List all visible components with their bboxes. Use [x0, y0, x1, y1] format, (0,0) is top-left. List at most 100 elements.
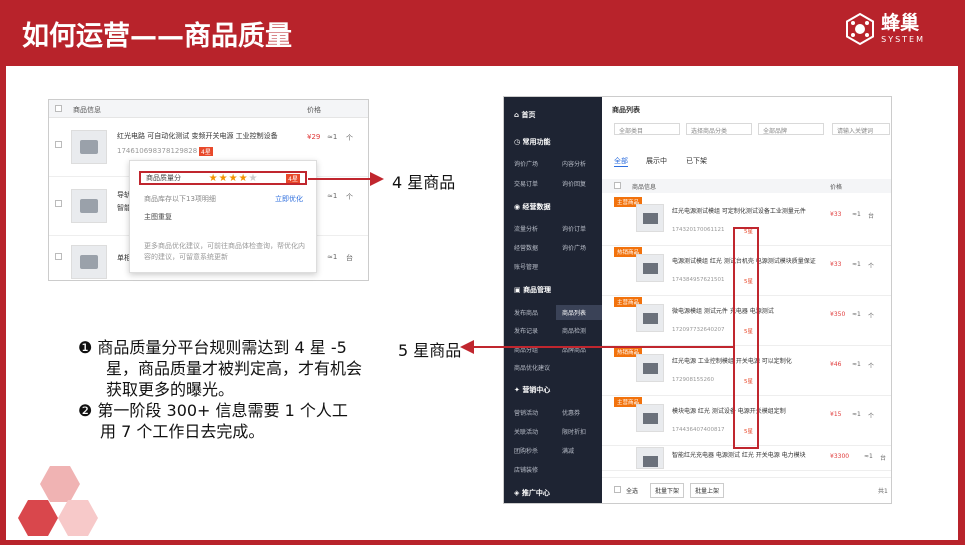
sidebar-section-data[interactable]: ◉ 经营数据 [514, 202, 551, 212]
quality-rating: 商品质量分 ★★★★★ 4星 [139, 171, 307, 185]
popup-line1: 商品库存以下13项明细 [144, 195, 216, 203]
stock: ≈1 [852, 261, 861, 268]
quality-score-popup: 商品质量分 ★★★★★ 4星 商品库存以下13项明细 立即优化 主图重复 更多商… [129, 160, 317, 273]
filter-brand[interactable]: 全部品牌 [758, 123, 824, 135]
bullet-1-cont: 星，商品质量才被判定高，才有机会获取更多的曝光。 [106, 359, 363, 399]
unit: 个 [868, 363, 875, 370]
sidebar-item[interactable]: 商品检测 [562, 326, 586, 335]
sidebar-item[interactable]: 满减 [562, 446, 574, 455]
table-header: 商品信息 价格 [49, 100, 368, 118]
batch-online-button[interactable]: 批量上架 [690, 483, 725, 498]
footer-select-all-checkbox[interactable] [614, 486, 621, 493]
unit: 个 [868, 413, 875, 420]
sidebar-item[interactable]: 优惠券 [562, 408, 580, 417]
price: ¥33 [830, 261, 842, 268]
product-thumb [71, 245, 107, 279]
product-thumb [636, 354, 664, 382]
stock: ≈1 [864, 453, 873, 460]
logo-subtext: SYSTEM [881, 35, 925, 44]
sidebar-section-marketing[interactable]: ✦ 营销中心 [514, 385, 550, 395]
sidebar-item[interactable]: 团购秒杀 [514, 446, 538, 455]
unit: 台 [346, 254, 353, 262]
sidebar-item[interactable]: 交易订单 [514, 179, 538, 188]
sidebar-item[interactable]: 发布记录 [514, 326, 538, 335]
row-checkbox[interactable] [55, 253, 62, 260]
sidebar-section-promo[interactable]: ◈ 推广中心 [514, 488, 550, 498]
stock: ≈1 [852, 361, 861, 368]
total-count: 共1 [878, 488, 888, 495]
sidebar-home[interactable]: ⌂ 首页 [514, 110, 535, 120]
row-checkbox[interactable] [55, 200, 62, 207]
product-id: 174610698378129828 [117, 147, 198, 155]
slide: 如何运营——商品质量 蜂巢 SYSTEM 商品信息 价格 红光电路 可自动化测试… [0, 0, 965, 545]
sidebar-item[interactable]: 商品优化建议 [514, 363, 550, 372]
search-input[interactable]: 请输入关键词 [832, 123, 890, 135]
col-info: 商品信息 [632, 184, 657, 191]
batch-offline-button[interactable]: 批量下架 [650, 483, 685, 498]
bullet-2: ❷ 第一阶段 300+ 信息需要 1 个人工 [78, 401, 348, 420]
label-4star: 4 星商品 [392, 173, 456, 192]
product-thumb [636, 447, 664, 469]
sidebar: ⌂ 首页 ◷ 常用功能 询价广场 内容分析 交易订单 询价回复 ◉ 经营数据 流… [504, 97, 602, 503]
price: ¥350 [830, 311, 846, 318]
popup-tip: 更多商品优化建议，可前往商品体检查询，帮优化内容的建议，可留意系统更新 [144, 242, 305, 261]
stock: ≈1 [327, 253, 338, 261]
sidebar-item[interactable]: 询价广场 [562, 243, 586, 252]
page-title: 商品列表 [612, 106, 640, 114]
product-name[interactable]: 红光电路 可自动化测试 变频开关电源 工业控制设备 [117, 131, 297, 141]
sidebar-item[interactable]: 账号管理 [514, 262, 538, 271]
popup-line2: 主图重复 [144, 213, 172, 221]
product-name[interactable]: 智能红光充电器 电源测试 红光 开关电源 电力模块 [672, 451, 822, 460]
arrow-line-5star [470, 346, 734, 348]
tab-offline[interactable]: 已下架 [686, 156, 707, 166]
arrow-line-4star [308, 178, 372, 180]
product-name[interactable]: 红光电源测试模组 可定制化测试设备工业测量元件 [672, 207, 822, 216]
price: ¥46 [830, 361, 842, 368]
star-badge: 4星 [199, 147, 213, 156]
unit: 个 [868, 313, 875, 320]
product-thumb [636, 404, 664, 432]
product-id: 174320170061121 [672, 227, 725, 233]
sidebar-section-common[interactable]: ◷ 常用功能 [514, 137, 551, 147]
logo: 蜂巢 SYSTEM [843, 12, 925, 46]
table-header: 商品信息 价格 [602, 179, 891, 193]
unit: 个 [346, 134, 353, 142]
sidebar-item[interactable]: 店铺装修 [514, 465, 538, 474]
sidebar-item-product-list[interactable]: 商品列表 [556, 305, 602, 320]
tab-all[interactable]: 全部 [614, 156, 628, 167]
sidebar-item[interactable]: 限时折扣 [562, 427, 586, 436]
unit: 台 [880, 455, 887, 462]
arrow-left-icon [460, 340, 474, 354]
product-id: 174384957621501 [672, 277, 725, 283]
filter-category[interactable]: 全部类目 [614, 123, 680, 135]
select-all-label[interactable]: 全选 [626, 486, 638, 495]
select-all-checkbox[interactable] [614, 182, 621, 189]
right-screenshot: ⌂ 首页 ◷ 常用功能 询价广场 内容分析 交易订单 询价回复 ◉ 经营数据 流… [503, 96, 892, 504]
col-price: 价格 [307, 106, 321, 114]
optimize-link[interactable]: 立即优化 [275, 194, 303, 204]
stock: ≈1 [327, 133, 338, 141]
price: ¥15 [830, 411, 842, 418]
sidebar-item[interactable]: 内容分析 [562, 159, 586, 168]
row-checkbox[interactable] [55, 141, 62, 148]
product-id: 174436407400817 [672, 427, 725, 433]
honeycomb-logo-icon [846, 12, 875, 46]
sidebar-item[interactable]: 询价回复 [562, 179, 586, 188]
select-all-checkbox[interactable] [55, 105, 62, 112]
sidebar-item[interactable]: 询价订单 [562, 224, 586, 233]
product-thumb [636, 254, 664, 282]
sidebar-item[interactable]: 流量分析 [514, 224, 538, 233]
sidebar-section-products[interactable]: ▣ 商品管理 [514, 285, 551, 295]
col-info: 商品信息 [73, 106, 101, 114]
product-thumb [636, 304, 664, 332]
sidebar-item[interactable]: 经营数据 [514, 243, 538, 252]
bullet-text: ❶ 商品质量分平台规则需达到 4 星 -5 星，商品质量才被判定高，才有机会获取… [78, 337, 368, 442]
unit: 个 [346, 193, 353, 201]
tab-showing[interactable]: 展示中 [646, 156, 667, 166]
sidebar-item[interactable]: 营销活动 [514, 408, 538, 417]
filter-product-category[interactable]: 选择商品分类 [686, 123, 752, 135]
sidebar-item[interactable]: 询价广场 [514, 159, 538, 168]
sidebar-item[interactable]: 关联活动 [514, 427, 538, 436]
product-id: 172908155260 [672, 377, 714, 383]
sidebar-item[interactable]: 发布商品 [514, 308, 538, 317]
